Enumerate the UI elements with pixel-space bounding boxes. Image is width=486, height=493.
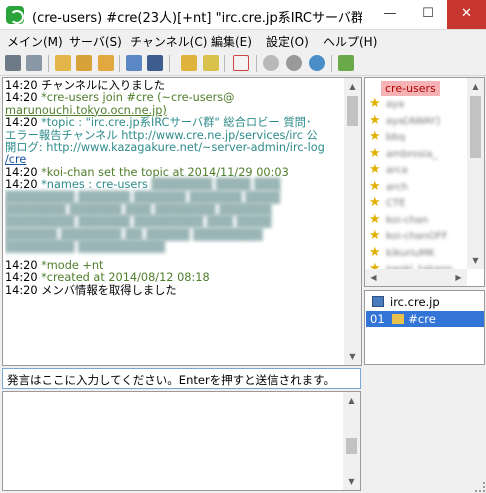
resize-grip-icon[interactable] [475,482,485,492]
scroll-up-arrow-icon[interactable]: ▲ [467,78,484,95]
search-icon[interactable] [263,55,279,71]
toolbar-separator [119,55,120,72]
channel-item-cre[interactable]: 01 #cre [366,311,484,327]
maximize-button[interactable]: ☐ [409,0,447,29]
server-icon [372,296,384,307]
toolbar [0,51,486,76]
list-item[interactable]: ★ arca [369,162,469,178]
exit-icon[interactable] [338,55,354,71]
chat-icon[interactable] [286,55,302,71]
scroll-down-arrow-icon[interactable]: ▼ [344,348,361,365]
scroll-down-arrow-icon[interactable]: ▼ [467,252,484,269]
scroll-right-arrow-icon[interactable]: ▶ [450,269,467,286]
op-star-icon: ★ [369,113,381,128]
menu-bar: メイン(M) サーバ(S) チャンネル(C) 編集(E) 設定(O) ヘルプ(H… [0,30,486,51]
checklist-icon[interactable] [233,55,249,71]
server-icon[interactable] [26,55,42,71]
menu-main[interactable]: メイン(M) [7,33,63,50]
input-scrollbar[interactable]: ▲ ▼ [343,392,360,490]
op-star-icon: ★ [369,228,381,243]
multiline-input[interactable]: ▲ ▼ [2,391,361,491]
menu-settings[interactable]: 設定(O) [266,33,309,50]
log-line: 14:20 メンバ情報を取得しました [5,283,177,297]
lock-icon[interactable] [181,55,197,71]
names-list-blurred: ███████ ████ ███ [151,178,281,192]
list-item[interactable]: ★ bbq [369,129,469,145]
menu-edit[interactable]: 編集(E) [211,33,252,50]
log-content: 14:20 チャンネルに入りました 14:20 *cre-users join … [5,80,345,363]
list-item[interactable]: ★ aya [369,96,469,112]
list-item[interactable]: ★ CTE [369,195,469,211]
scroll-thumb[interactable] [347,96,358,126]
scroll-thumb[interactable] [346,438,357,454]
names-list-blurred: ████████ ██████████ [5,240,165,254]
folder-new-icon[interactable] [98,55,114,71]
list-item[interactable]: ★ arch [369,179,469,195]
app-logo-icon [6,6,24,24]
toolbar-separator [48,55,49,72]
list-item[interactable]: ★ koi-chan [369,212,469,228]
globe-icon[interactable] [309,55,325,71]
folder-open-icon[interactable] [55,55,71,71]
scroll-left-arrow-icon[interactable]: ◀ [365,269,382,286]
window-title: (cre-users) #cre(23人)[+nt] "irc.cre.jp系I… [32,11,362,26]
list-item[interactable]: ★ aya[AWAY] [369,113,469,129]
op-star-icon: ★ [369,195,381,210]
op-star-icon: ★ [369,146,381,161]
menu-server[interactable]: サーバ(S) [69,33,122,50]
list-item[interactable]: ★ ambrosia_ [369,146,469,162]
menu-channel[interactable]: チャンネル(C) [130,33,207,50]
close-button[interactable]: ✕ [447,0,486,29]
op-star-icon: ★ [369,245,381,260]
message-input[interactable]: 発言はここに入力してください。Enterを押すと送信されます。 [2,368,361,389]
menu-help[interactable]: ヘルプ(H) [323,33,377,50]
channel-folder-icon [392,314,405,324]
scroll-up-arrow-icon[interactable]: ▲ [343,392,360,409]
toolbar-separator [224,55,225,72]
op-star-icon: ★ [369,212,381,227]
op-star-icon: ★ [369,96,381,111]
log-line: 開ログ: http://www.kazagakure.net/~server-a… [5,141,325,155]
monitor-icon[interactable] [147,55,163,71]
names-list-blurred: ████████ ██████ ████████ ███ ████ [5,215,272,229]
op-star-icon: ★ [369,129,381,144]
edit-icon[interactable] [203,55,219,71]
server-node[interactable]: irc.cre.jp [366,294,484,310]
chat-log[interactable]: 14:20 チャンネルに入りました 14:20 *cre-users join … [2,77,362,366]
window-icon[interactable] [126,55,142,71]
console-icon[interactable] [5,55,21,71]
op-star-icon: ★ [369,179,381,194]
toolbar-separator [256,55,257,72]
user-list-header: cre-users [381,81,440,96]
scroll-down-arrow-icon[interactable]: ▼ [343,473,360,490]
channel-tree[interactable]: irc.cre.jp 01 #cre [364,290,485,365]
list-item[interactable]: ★ kikuriuMK [369,245,469,261]
list-item[interactable]: ★ koi-chanOFF [369,228,469,244]
toolbar-separator [169,55,170,72]
toolbar-separator [331,55,332,72]
user-list-hscrollbar[interactable]: ◀ ▶ [365,269,467,286]
user-list-scrollbar[interactable]: ▲ ▼ [467,78,484,269]
op-star-icon: ★ [369,162,381,177]
scroll-up-arrow-icon[interactable]: ▲ [344,78,361,95]
log-line: 14:20 *names : cre-users ███████ ████ ██… [5,178,281,192]
scroll-thumb[interactable] [470,96,481,158]
user-list[interactable]: cre-users ★ aya ★ aya[AWAY] ★ bbq ★ ambrosia… [364,77,485,287]
title-bar: (cre-users) #cre(23人)[+nt] "irc.cre.jp系I… [0,0,486,30]
minimize-button[interactable]: — [371,0,409,29]
folder-icon[interactable] [76,55,92,71]
log-scrollbar[interactable]: ▲ ▼ [344,78,361,365]
message-input-hint: 発言はここに入力してください。Enterを押すと送信されます。 [7,373,336,387]
